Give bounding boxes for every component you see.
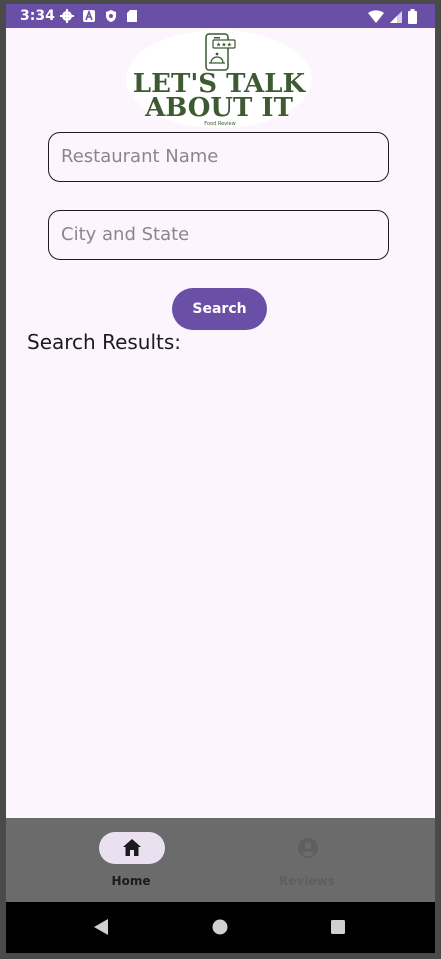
- search-button[interactable]: Search: [172, 288, 267, 330]
- system-navigation-bar: [6, 902, 435, 953]
- nav-label-reviews: Reviews: [279, 874, 335, 888]
- a-icon: [83, 9, 95, 22]
- home-circle-icon[interactable]: [211, 917, 229, 937]
- city-state-input[interactable]: City and State: [48, 210, 389, 260]
- status-bar: 3:34: [6, 4, 435, 28]
- nav-item-reviews[interactable]: Reviews: [237, 818, 377, 902]
- svg-text:★★★: ★★★: [216, 42, 232, 49]
- restaurant-name-input[interactable]: Restaurant Name: [48, 132, 389, 182]
- restaurant-name-placeholder: Restaurant Name: [61, 146, 219, 167]
- device-frame: 3:34 ★★★ LET'S TALK ABOUT IT Food Review…: [0, 0, 441, 959]
- nav-item-home[interactable]: Home: [61, 818, 201, 902]
- status-right-icons: [368, 9, 417, 24]
- city-state-placeholder: City and State: [61, 224, 190, 245]
- battery-icon: [408, 9, 417, 24]
- signal-icon: [390, 10, 402, 23]
- status-left-icons: [60, 9, 138, 23]
- search-results-label: Search Results:: [27, 330, 182, 354]
- nav-label-home: Home: [111, 874, 151, 888]
- shield-icon: [106, 10, 116, 22]
- logo-tagline: Food Review: [204, 121, 235, 127]
- status-time: 3:34: [20, 8, 55, 24]
- home-icon: [123, 839, 141, 856]
- wifi-icon: [368, 9, 384, 23]
- logo-line-2: ABOUT IT: [144, 93, 294, 123]
- back-icon[interactable]: [92, 917, 110, 937]
- sd-card-icon: [127, 10, 137, 22]
- gear-icon: [60, 9, 74, 23]
- recents-icon[interactable]: [329, 917, 347, 937]
- app-screen: ★★★ LET'S TALK ABOUT IT Food Review Rest…: [6, 28, 435, 818]
- account-circle-icon: [298, 838, 318, 858]
- bottom-navigation: Home Reviews: [6, 818, 435, 902]
- app-logo: ★★★ LET'S TALK ABOUT IT Food Review: [126, 30, 312, 128]
